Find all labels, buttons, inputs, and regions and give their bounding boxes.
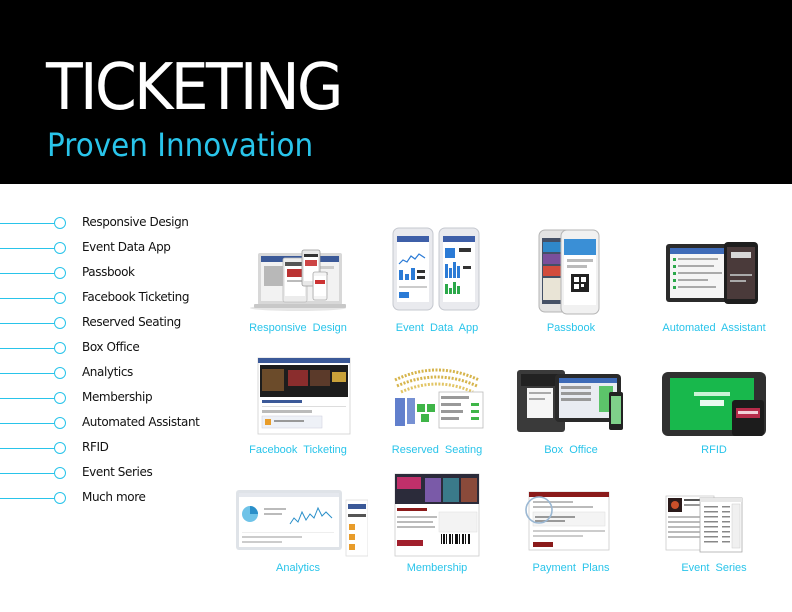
connector-line xyxy=(0,373,55,374)
feature-label: Box Office xyxy=(82,340,140,354)
bullet-circle-icon xyxy=(54,367,66,379)
feature-label: RFID xyxy=(82,440,109,454)
feature-item: Automated Assistant xyxy=(0,412,220,432)
automated-assistant-devices-image xyxy=(666,242,758,304)
gallery-tile-event-data-app: Event Data App xyxy=(367,226,507,346)
tile-caption: Event Data App xyxy=(395,322,479,334)
feature-label: Passbook xyxy=(82,265,135,279)
gallery-tile-payment-plans: Payment Plans xyxy=(501,468,641,588)
tile-caption: Reserved Seating xyxy=(391,444,483,456)
feature-item: Event Data App xyxy=(0,237,220,257)
bullet-circle-icon xyxy=(54,492,66,504)
bullet-circle-icon xyxy=(54,442,66,454)
page-title: TICKETING xyxy=(46,51,344,125)
passbook-phone-image xyxy=(538,229,600,315)
bullet-circle-icon xyxy=(54,392,66,404)
bullet-circle-icon xyxy=(54,292,66,304)
feature-label: Responsive Design xyxy=(82,215,189,229)
gallery-tile-event-series: Event Series xyxy=(644,468,784,588)
feature-item: Box Office xyxy=(0,337,220,357)
connector-line xyxy=(0,248,55,249)
bullet-circle-icon xyxy=(54,217,66,229)
feature-label: Membership xyxy=(82,390,153,404)
event-data-app-phones-image xyxy=(392,227,480,311)
facebook-ticketing-screenshot-image xyxy=(257,357,351,435)
tile-caption: Payment Plans xyxy=(532,562,610,574)
feature-item: Passbook xyxy=(0,262,220,282)
feature-item: Analytics xyxy=(0,362,220,382)
gallery-tile-passbook: Passbook xyxy=(501,226,641,346)
feature-item: Much more xyxy=(0,487,220,507)
feature-item: Responsive Design xyxy=(0,212,220,232)
tile-caption: Box Office xyxy=(544,444,598,456)
tile-caption: Passbook xyxy=(546,322,596,334)
tile-caption: Event Series xyxy=(681,562,747,574)
reserved-seating-map-image xyxy=(394,368,484,429)
feature-label: Reserved Seating xyxy=(82,315,181,329)
membership-card-image xyxy=(394,473,480,557)
feature-item: Membership xyxy=(0,387,220,407)
responsive-devices-image xyxy=(250,249,346,311)
page-subtitle: Proven Innovation xyxy=(47,126,314,164)
tile-caption: Membership xyxy=(406,562,468,574)
gallery-tile-box-office: Box Office xyxy=(501,348,641,468)
connector-line xyxy=(0,298,55,299)
connector-line xyxy=(0,348,55,349)
feature-label: Event Data App xyxy=(82,240,171,254)
feature-item: Reserved Seating xyxy=(0,312,220,332)
bullet-circle-icon xyxy=(54,342,66,354)
feature-label: Automated Assistant xyxy=(82,415,200,429)
gallery-tile-responsive-design: Responsive Design xyxy=(228,226,368,346)
gallery-tile-membership: Membership xyxy=(367,468,507,588)
payment-plans-screenshot-image xyxy=(525,491,610,551)
feature-label: Facebook Ticketing xyxy=(82,290,190,304)
tile-caption: Analytics xyxy=(275,562,321,574)
bullet-circle-icon xyxy=(54,267,66,279)
tile-caption: Responsive Design xyxy=(249,322,347,334)
bullet-circle-icon xyxy=(54,317,66,329)
box-office-printer-image xyxy=(517,370,623,432)
feature-label: Event Series xyxy=(82,465,153,479)
gallery-tile-reserved-seating: Reserved Seating xyxy=(367,348,507,468)
event-series-screenshot-image xyxy=(665,495,743,553)
header-banner: TICKETING Proven Innovation xyxy=(0,0,792,184)
tile-caption: Automated Assistant xyxy=(662,322,766,334)
gallery-tile-facebook-ticketing: Facebook Ticketing xyxy=(228,348,368,468)
connector-line xyxy=(0,223,55,224)
feature-label: Analytics xyxy=(82,365,133,379)
bullet-circle-icon xyxy=(54,242,66,254)
connector-line xyxy=(0,473,55,474)
connector-line xyxy=(0,273,55,274)
connector-line xyxy=(0,448,55,449)
rfid-tablet-image xyxy=(662,372,766,436)
gallery-tile-analytics: Analytics xyxy=(228,468,368,588)
gallery-tile-rfid: RFID xyxy=(644,348,784,468)
connector-line xyxy=(0,323,55,324)
feature-label: Much more xyxy=(82,490,146,504)
tile-caption: Facebook Ticketing xyxy=(249,444,347,456)
feature-item: Facebook Ticketing xyxy=(0,287,220,307)
feature-item: RFID xyxy=(0,437,220,457)
analytics-dashboard-image xyxy=(236,490,368,557)
connector-line xyxy=(0,498,55,499)
feature-item: Event Series xyxy=(0,462,220,482)
tile-caption: RFID xyxy=(701,444,727,456)
gallery-tile-automated-assistant: Automated Assistant xyxy=(644,226,784,346)
bullet-circle-icon xyxy=(54,467,66,479)
connector-line xyxy=(0,423,55,424)
bullet-circle-icon xyxy=(54,417,66,429)
connector-line xyxy=(0,398,55,399)
